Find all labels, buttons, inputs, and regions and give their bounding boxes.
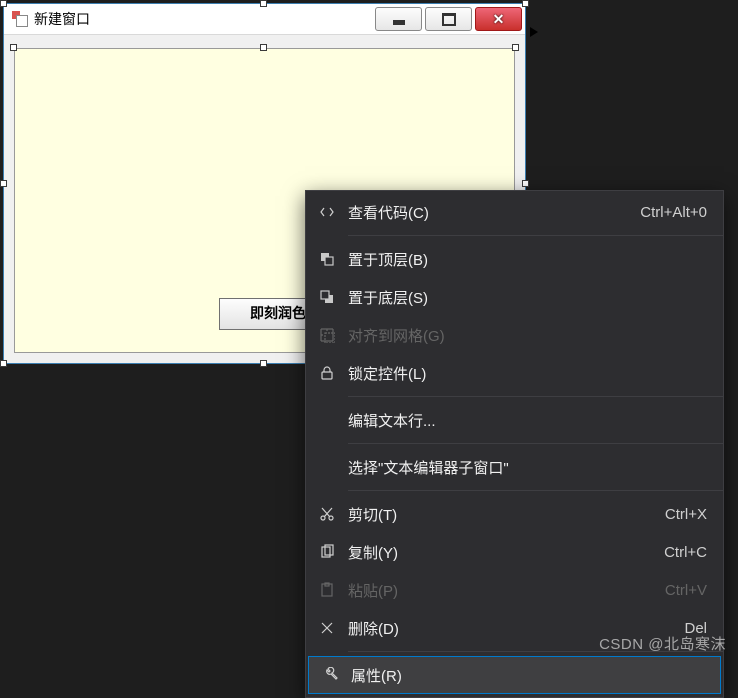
- menu-item-shortcut: Ctrl+X: [665, 506, 707, 523]
- grid-icon: [306, 327, 348, 343]
- resize-handle[interactable]: [260, 44, 267, 51]
- close-icon: ✕: [493, 11, 505, 28]
- menu-item-label: 属性(R): [351, 665, 704, 686]
- menu-item-label: 粘贴(P): [348, 580, 665, 601]
- menu-separator: [348, 443, 723, 444]
- context-menu: 查看代码(C)Ctrl+Alt+0 置于顶层(B) 置于底层(S) 对齐到网格(G) 锁…: [305, 190, 724, 698]
- button-text: 即刻润色: [250, 305, 306, 321]
- app-icon: [12, 11, 28, 27]
- menu-item[interactable]: 锁定控件(L): [306, 354, 723, 392]
- resize-handle[interactable]: [260, 0, 267, 7]
- wrench-icon: [309, 667, 351, 683]
- cut-icon: [306, 506, 348, 522]
- menu-item-label: 编辑文本行...: [348, 410, 707, 431]
- maximize-icon: [442, 13, 456, 26]
- bring-front-icon: [306, 251, 348, 267]
- maximize-button[interactable]: [425, 7, 472, 31]
- menu-separator: [348, 396, 723, 397]
- resize-handle[interactable]: [522, 180, 529, 187]
- menu-item[interactable]: 剪切(T)Ctrl+X: [306, 495, 723, 533]
- menu-item[interactable]: 复制(Y)Ctrl+C: [306, 533, 723, 571]
- menu-item[interactable]: 查看代码(C)Ctrl+Alt+0: [306, 193, 723, 231]
- menu-item-label: 置于顶层(B): [348, 249, 707, 270]
- menu-separator: [348, 490, 723, 491]
- minimize-icon: [393, 20, 405, 25]
- menu-item[interactable]: 置于底层(S): [306, 278, 723, 316]
- send-back-icon: [306, 289, 348, 305]
- resize-handle[interactable]: [512, 44, 519, 51]
- menu-item-shortcut: Ctrl+C: [664, 544, 707, 561]
- menu-item-label: 锁定控件(L): [348, 363, 707, 384]
- menu-item-label: 选择"文本编辑器子窗口": [348, 457, 707, 478]
- menu-item-label: 对齐到网格(G): [348, 325, 707, 346]
- delete-icon: [306, 620, 348, 636]
- copy-icon: [306, 544, 348, 560]
- paste-icon: [306, 582, 348, 598]
- menu-item-shortcut: Ctrl+Alt+0: [640, 204, 707, 221]
- menu-item-label: 复制(Y): [348, 542, 664, 563]
- menu-item[interactable]: 选择"文本编辑器子窗口": [306, 448, 723, 486]
- window-title: 新建窗口: [34, 9, 375, 29]
- menu-item[interactable]: 编辑文本行...: [306, 401, 723, 439]
- code-icon: [306, 204, 348, 220]
- menu-item-label: 置于底层(S): [348, 287, 707, 308]
- menu-item: 粘贴(P)Ctrl+V: [306, 571, 723, 609]
- menu-separator: [348, 235, 723, 236]
- resize-handle[interactable]: [0, 360, 7, 367]
- title-bar: 新建窗口 ✕: [4, 4, 525, 35]
- smart-tag-glyph-icon[interactable]: [530, 27, 538, 37]
- resize-handle[interactable]: [0, 180, 7, 187]
- resize-handle[interactable]: [260, 360, 267, 367]
- menu-item-label: 查看代码(C): [348, 202, 640, 223]
- resize-handle[interactable]: [0, 0, 7, 7]
- resize-handle[interactable]: [522, 0, 529, 7]
- resize-handle[interactable]: [10, 44, 17, 51]
- menu-item-label: 剪切(T): [348, 504, 665, 525]
- minimize-button[interactable]: [375, 7, 422, 31]
- menu-item: 对齐到网格(G): [306, 316, 723, 354]
- close-button[interactable]: ✕: [475, 7, 522, 31]
- lock-icon: [306, 365, 348, 381]
- menu-item[interactable]: 置于顶层(B): [306, 240, 723, 278]
- watermark-text: CSDN @北岛寒沫: [599, 633, 726, 654]
- menu-item-shortcut: Ctrl+V: [665, 582, 707, 599]
